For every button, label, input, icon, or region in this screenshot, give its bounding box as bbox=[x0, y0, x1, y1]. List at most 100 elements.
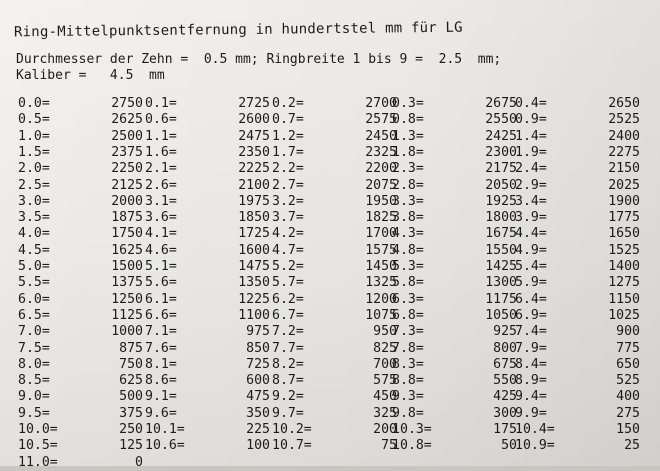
distance-value: 1550 bbox=[485, 242, 517, 258]
table-row: 0.2= 2700 bbox=[272, 96, 397, 112]
table-row: 8.0= 750 bbox=[18, 357, 143, 373]
distance-value: 2675 bbox=[485, 96, 517, 111]
ring-value-key: 9.5= bbox=[18, 405, 50, 421]
ring-value-key: 0.6= bbox=[145, 112, 177, 128]
table-row: 1.0= 2500 bbox=[18, 129, 143, 145]
table-row: 1.3= 2425 bbox=[392, 129, 517, 145]
table-row: 10.7= 75 bbox=[272, 438, 397, 454]
distance-value: 100 bbox=[246, 438, 270, 454]
distance-value: 175 bbox=[493, 422, 517, 437]
table-row: 9.2= 450 bbox=[272, 389, 397, 405]
ring-value-key: 10.4= bbox=[515, 422, 555, 437]
table-row: 10.5= 125 bbox=[18, 438, 143, 454]
ring-value-key: 8.0= bbox=[18, 356, 50, 372]
table-row: 5.7= 1325 bbox=[272, 275, 397, 291]
ring-value-key: 3.7= bbox=[272, 210, 304, 226]
ring-value-key: 8.7= bbox=[272, 373, 304, 389]
distance-value: 1800 bbox=[485, 210, 517, 226]
distance-value: 1175 bbox=[485, 291, 517, 307]
ring-value-key: 8.6= bbox=[145, 373, 177, 389]
ring-value-key: 5.6= bbox=[145, 275, 177, 291]
distance-value: 925 bbox=[493, 324, 517, 340]
distance-value: 2750 bbox=[111, 96, 143, 111]
table-row: 6.1= 1225 bbox=[145, 292, 270, 308]
distance-value: 1100 bbox=[238, 307, 270, 323]
ring-value-key: 7.7= bbox=[272, 340, 304, 356]
table-row: 5.0= 1500 bbox=[18, 259, 143, 275]
table-row: 1.7= 2325 bbox=[272, 145, 397, 161]
ring-value-key: 6.5= bbox=[18, 307, 50, 323]
ring-value-key: 9.2= bbox=[272, 389, 304, 405]
distance-value: 2475 bbox=[238, 128, 270, 144]
ring-value-key: 1.7= bbox=[272, 144, 304, 160]
distance-value: 300 bbox=[493, 405, 517, 421]
ring-value-key: 4.3= bbox=[392, 226, 424, 242]
distance-value: 250 bbox=[119, 422, 143, 437]
distance-value: 1400 bbox=[608, 259, 640, 274]
ring-value-key: 7.5= bbox=[18, 340, 50, 356]
table-row: 10.3= 175 bbox=[392, 422, 517, 438]
ring-value-key: 6.4= bbox=[515, 291, 547, 307]
table-row: 6.5= 1125 bbox=[18, 308, 143, 324]
table-row: 2.6= 2100 bbox=[145, 178, 270, 194]
distance-value: 125 bbox=[119, 438, 143, 454]
ring-value-key: 4.5= bbox=[18, 242, 50, 258]
table-row: 7.5= 875 bbox=[18, 341, 143, 357]
ring-value-key: 4.6= bbox=[145, 242, 177, 258]
table-row: 9.4= 400 bbox=[515, 389, 640, 405]
distance-value: 475 bbox=[246, 389, 270, 405]
table-row: 6.4= 1150 bbox=[515, 292, 640, 308]
table-row: 10.0= 250 bbox=[18, 422, 143, 438]
table-row: 8.4= 650 bbox=[515, 357, 640, 373]
table-row: 0.4= 2650 bbox=[515, 96, 640, 112]
ring-value-key: 1.5= bbox=[18, 144, 50, 160]
ring-value-key: 2.0= bbox=[18, 161, 50, 177]
distance-value: 750 bbox=[119, 356, 143, 372]
document-page: Ring-Mittelpunktsentfernung in hundertst… bbox=[0, 0, 660, 470]
distance-value: 1375 bbox=[111, 275, 143, 291]
distance-value: 2625 bbox=[111, 112, 143, 128]
distance-value: 2150 bbox=[608, 161, 640, 177]
distance-value: 1525 bbox=[608, 242, 640, 258]
distance-value: 1350 bbox=[238, 275, 270, 291]
table-row: 7.4= 900 bbox=[515, 324, 640, 340]
table-row: 3.7= 1825 bbox=[272, 210, 397, 226]
table-row: 9.1= 475 bbox=[145, 389, 270, 405]
ring-value-key: 0.8= bbox=[392, 112, 424, 128]
table-row: 2.9= 2025 bbox=[515, 178, 640, 194]
table-row: 3.3= 1925 bbox=[392, 194, 517, 210]
ring-value-key: 8.1= bbox=[145, 356, 177, 372]
ring-value-key: 10.7= bbox=[272, 438, 312, 454]
ring-value-key: 5.3= bbox=[392, 259, 424, 274]
ring-value-key: 4.1= bbox=[145, 226, 177, 242]
table-row: 6.7= 1075 bbox=[272, 308, 397, 324]
ring-value-key: 9.8= bbox=[392, 405, 424, 421]
ring-value-key: 0.5= bbox=[18, 112, 50, 128]
distance-value: 1000 bbox=[111, 324, 143, 340]
ring-value-key: 7.1= bbox=[145, 324, 177, 340]
table-row: 9.3= 425 bbox=[392, 389, 517, 405]
table-row: 10.6= 100 bbox=[145, 438, 270, 454]
distance-value: 2350 bbox=[238, 144, 270, 160]
ring-value-key: 2.6= bbox=[145, 177, 177, 193]
ring-value-key: 8.9= bbox=[515, 373, 547, 389]
distance-value: 25 bbox=[624, 438, 640, 454]
table-row: 7.1= 975 bbox=[145, 324, 270, 340]
header-line-caliber: Kaliber = 4.5 mm bbox=[16, 68, 165, 83]
distance-value: 1600 bbox=[238, 242, 270, 258]
table-row: 4.2= 1700 bbox=[272, 226, 397, 242]
distance-value: 775 bbox=[616, 340, 640, 356]
distance-value: 1150 bbox=[608, 291, 640, 307]
ring-value-key: 6.8= bbox=[392, 307, 424, 323]
ring-value-key: 9.7= bbox=[272, 405, 304, 421]
table-row: 5.6= 1350 bbox=[145, 275, 270, 291]
ring-value-key: 0.3= bbox=[392, 96, 424, 111]
table-row: 3.0= 2000 bbox=[18, 194, 143, 210]
table-row: 4.7= 1575 bbox=[272, 243, 397, 259]
distance-value: 2550 bbox=[485, 112, 517, 128]
ring-value-key: 5.4= bbox=[515, 259, 547, 274]
table-row: 8.5= 625 bbox=[18, 373, 143, 389]
ring-value-key: 0.7= bbox=[272, 112, 304, 128]
table-row: 3.6= 1850 bbox=[145, 210, 270, 226]
ring-value-key: 3.6= bbox=[145, 210, 177, 226]
